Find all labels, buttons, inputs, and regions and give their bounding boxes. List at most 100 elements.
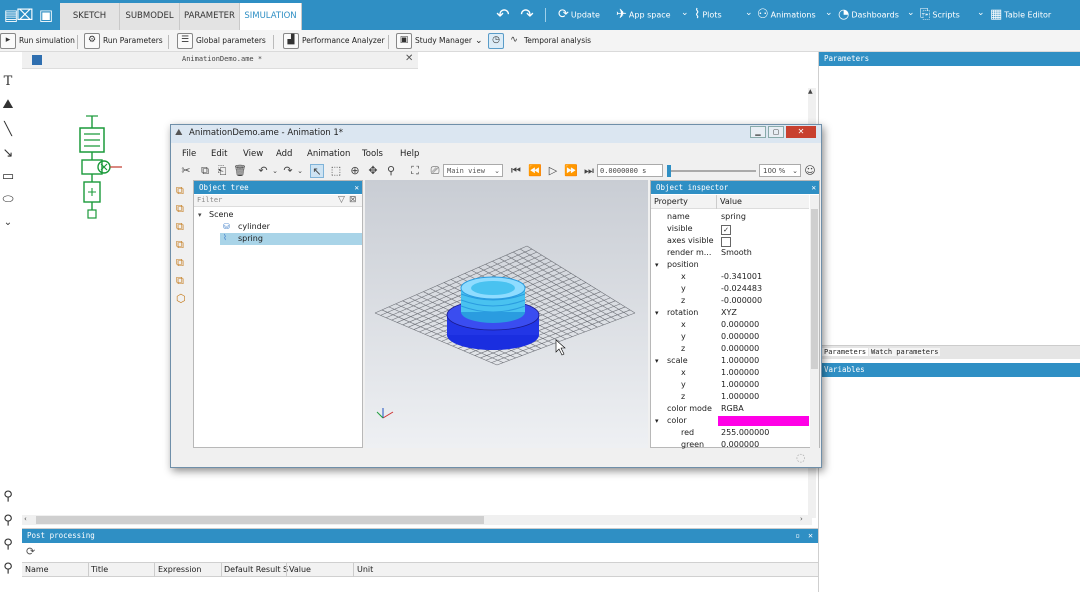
inspector-value[interactable]: -0.000000 <box>721 295 762 307</box>
inspector-row[interactable]: y 1.000000 <box>651 379 809 391</box>
zoom-view-icon[interactable]: ⚲ <box>384 164 398 178</box>
close-window-button[interactable]: ✕ <box>786 126 816 138</box>
inspector-row[interactable]: ▾ rotation XYZ <box>651 307 809 319</box>
arrow-tool-icon[interactable]: ↘ <box>0 146 16 162</box>
image-tool-icon[interactable]: ⛰ <box>0 97 16 113</box>
rewind-icon[interactable]: ⏮ <box>509 164 523 178</box>
inspector-row[interactable]: y -0.024483 <box>651 283 809 295</box>
inspector-row[interactable]: render m... Smooth <box>651 247 809 259</box>
inspector-value[interactable]: 1.000000 <box>721 379 759 391</box>
cylinder-shape-icon[interactable]: ⧉ <box>176 202 184 216</box>
settings-icon[interactable]: ☺ <box>803 164 817 178</box>
temporal-analysis-button[interactable]: ◷ ∿ Temporal analysis <box>488 33 591 49</box>
redo-chevron-icon[interactable]: ⌄ <box>293 164 307 178</box>
inspector-row[interactable]: y 0.000000 <box>651 331 809 343</box>
tree-expand-icon[interactable]: ▾ <box>198 211 202 219</box>
rectangle-tool-icon[interactable]: ▭ <box>0 169 16 185</box>
column-unit[interactable]: Unit <box>357 565 417 574</box>
close-icon[interactable]: ✕ <box>811 181 816 194</box>
inspector-value[interactable]: 0.000000 <box>721 319 759 331</box>
expand-icon[interactable]: ▾ <box>655 415 659 427</box>
checkbox[interactable]: ✓ <box>721 225 731 235</box>
3d-viewport[interactable] <box>365 180 648 448</box>
ellipse-tool-icon[interactable]: ⬭ <box>0 192 16 208</box>
run-simulation-button[interactable]: ▸ Run simulation <box>0 33 75 49</box>
performance-analyzer-button[interactable]: ▟ Performance Analyzer <box>283 33 385 49</box>
menu-animation[interactable]: Animation <box>307 147 350 161</box>
plots-button[interactable]: ⌇ Plots <box>694 6 722 24</box>
inspector-value[interactable]: 0.000000 <box>721 331 759 343</box>
dashboards-chevron-icon[interactable]: ⌄ <box>907 8 915 18</box>
tab-watch-parameters[interactable]: Watch parameters <box>869 348 941 356</box>
close-icon[interactable]: ✕ <box>405 53 413 64</box>
menu-help[interactable]: Help <box>400 147 419 161</box>
scripts-button[interactable]: ⎘ Scripts <box>920 6 960 24</box>
column-default-result[interactable]: Default Result S <box>224 565 288 574</box>
tree-item-cylinder[interactable]: cylinder <box>238 222 270 231</box>
update-button[interactable]: ⟳ Update <box>558 6 600 24</box>
sphere-shape-icon[interactable]: ⧉ <box>176 220 184 234</box>
inspector-value[interactable]: -0.341001 <box>721 271 762 283</box>
select-pointer-icon[interactable]: ↖ <box>310 164 324 178</box>
menu-file[interactable]: File <box>182 147 196 161</box>
inspector-row[interactable]: z 1.000000 <box>651 391 809 403</box>
rotate-view-icon[interactable]: ⊕ <box>348 164 362 178</box>
forward-end-icon[interactable]: ⏭ <box>582 164 596 178</box>
sketch-tab-title[interactable]: AnimationDemo.ame * <box>182 55 262 63</box>
box-icon[interactable]: ⧉ <box>176 184 184 198</box>
view-select[interactable]: Main view ⌄ <box>443 164 503 177</box>
zoom-area-icon[interactable]: ⚲ <box>0 561 16 577</box>
checkbox[interactable] <box>721 237 731 247</box>
fit-view-icon[interactable]: ⛶ <box>408 164 422 178</box>
expand-icon[interactable]: ▾ <box>655 259 659 271</box>
expand-icon[interactable]: ▾ <box>655 307 659 319</box>
time-slider-handle[interactable] <box>667 165 671 177</box>
scripts-chevron-icon[interactable]: ⌄ <box>977 8 985 18</box>
expand-icon[interactable]: ▾ <box>655 355 659 367</box>
menu-view[interactable]: View <box>243 147 263 161</box>
paste-icon[interactable]: ⎗ <box>215 164 229 178</box>
column-name[interactable]: Name <box>25 565 85 574</box>
inspector-row[interactable]: axes visible <box>651 235 809 247</box>
inspector-value[interactable]: 1.000000 <box>721 367 759 379</box>
animations-button[interactable]: ⚇ Animations <box>757 6 816 24</box>
inspector-row[interactable]: color mode RGBA <box>651 403 809 415</box>
inspector-value[interactable]: 0.000000 <box>721 439 759 449</box>
tree-item-spring[interactable]: ⌇ spring <box>220 233 362 245</box>
global-parameters-button[interactable]: ☰ Global parameters <box>177 33 266 49</box>
inspector-value[interactable]: RGBA <box>721 403 744 415</box>
inspector-value[interactable]: XYZ <box>721 307 737 319</box>
inspector-scrollbar[interactable] <box>810 195 819 449</box>
inspector-value[interactable]: -0.024483 <box>721 283 762 295</box>
column-expression[interactable]: Expression <box>158 565 222 574</box>
scroll-up-icon[interactable]: ▲ <box>808 88 813 95</box>
menu-edit[interactable]: Edit <box>211 147 227 161</box>
horizontal-scroll-thumb[interactable] <box>36 516 484 524</box>
tab-parameter[interactable]: PARAMETER <box>180 3 240 30</box>
inspector-row[interactable]: x -0.341001 <box>651 271 809 283</box>
inspector-row[interactable]: red 255.000000 <box>651 427 809 439</box>
spring-shape-icon[interactable]: ⧉ <box>176 274 184 288</box>
maximize-icon[interactable]: ▫ <box>795 529 800 543</box>
minimize-button[interactable]: ▁ <box>750 126 766 138</box>
text-tool-icon[interactable]: T <box>0 74 16 90</box>
pan-view-icon[interactable]: ✥ <box>366 164 380 178</box>
menu-tools[interactable]: Tools <box>362 147 383 161</box>
close-icon[interactable]: ✕ <box>354 181 359 194</box>
animations-chevron-icon[interactable]: ⌄ <box>825 8 833 18</box>
zoom-out-icon[interactable]: ⚲ <box>0 537 16 553</box>
mesh-shape-icon[interactable]: ⬡ <box>176 292 186 305</box>
app-space-button[interactable]: ✈ App space <box>616 6 671 24</box>
delete-icon[interactable]: 🗑 <box>233 164 247 178</box>
inspector-row[interactable]: x 1.000000 <box>651 367 809 379</box>
scroll-right-icon[interactable]: › <box>800 515 803 523</box>
filter-icon[interactable]: ▽ <box>338 195 345 205</box>
select-area-icon[interactable]: ⬚ <box>329 164 343 178</box>
sketch-model-diagram[interactable] <box>74 114 126 222</box>
cone-shape-icon[interactable]: ⧉ <box>176 238 184 252</box>
step-back-icon[interactable]: ⏪ <box>528 164 542 178</box>
cut-icon[interactable]: ✂ <box>179 164 193 178</box>
inspector-row[interactable]: z -0.000000 <box>651 295 809 307</box>
study-manager-chevron-icon[interactable]: ⌄ <box>475 33 483 49</box>
object-tree-filter[interactable]: Filter ▽ ⊠ <box>194 195 362 207</box>
